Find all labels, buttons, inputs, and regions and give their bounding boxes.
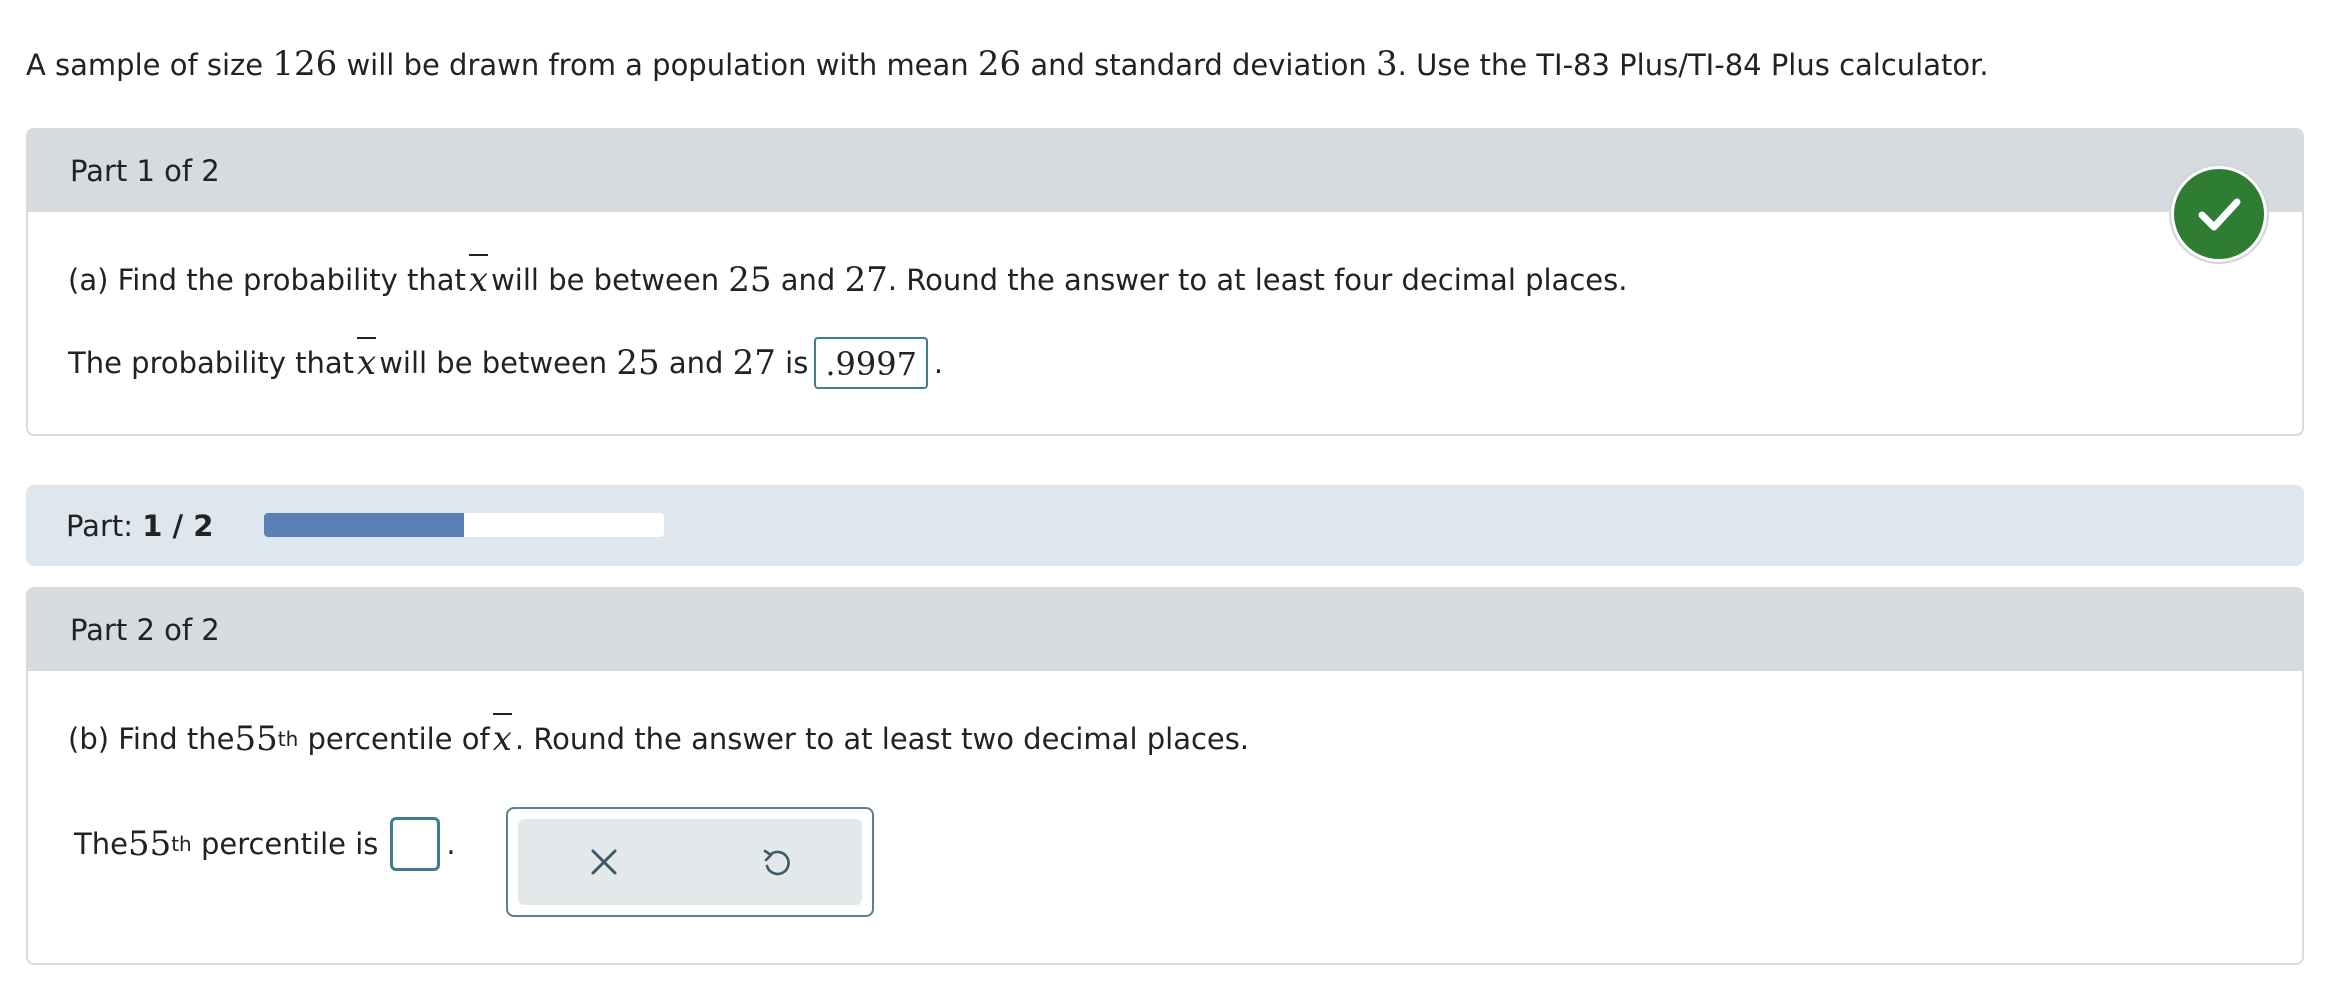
x-bar-symbol: x [490,713,515,759]
percentile-answer-input[interactable] [390,817,441,871]
question-text: . Round the answer to at least four deci… [887,263,1628,297]
question-text: and [780,263,836,297]
question-text: (a) Find the probability that [68,263,466,297]
part-1-title: Part 1 of 2 [70,154,220,188]
lower-bound: 25 [728,260,772,300]
percentile-value: 55 [234,719,278,759]
answer-text: is [785,346,809,380]
x-bar-symbol: x [354,337,379,383]
intro-text: . Use the TI-83 Plus/TI-84 Plus calculat… [1397,48,1989,82]
progress-label: Part: 1 / 2 [66,509,213,543]
progress-section: Part: 1 / 2 [26,485,2304,566]
part-2-header: Part 2 of 2 [28,589,2302,671]
problem-statement: A sample of size 126 will be drawn from … [26,44,1989,84]
part-2-title: Part 2 of 2 [70,613,220,647]
question-text: . Round the answer to at least two decim… [514,722,1250,756]
part-1-header: Part 1 of 2 [28,130,2302,212]
sample-size: 126 [272,44,338,84]
question-text: percentile of [307,722,490,756]
answer-period: . [446,827,456,861]
part-2-answer-line: The 55th percentile is . [74,807,456,881]
undo-button[interactable] [746,832,806,892]
x-icon [591,849,617,875]
answer-text: The probability that [68,346,354,380]
checkmark-icon [2198,198,2241,231]
progress-count: 1 / 2 [142,509,214,543]
x-bar-symbol: x [466,254,491,300]
part-1-answer-line: The probability that x will be between 2… [68,337,943,389]
upper-bound: 27 [732,343,776,383]
upper-bound: 27 [844,260,888,300]
clear-button[interactable] [574,832,634,892]
standard-deviation: 3 [1376,44,1398,84]
part-1-question: (a) Find the probability that x will be … [68,254,1628,300]
question-text: will be between [491,263,720,297]
toolbox-panel [518,819,862,905]
answer-text: percentile is [200,827,379,861]
part-2-question: (b) Find the 55th percentile of x. Round… [68,713,1250,759]
probability-answer-field[interactable]: .9997 [814,337,928,389]
lower-bound: 25 [616,343,660,383]
answer-toolbox [506,807,874,917]
answer-text: and [668,346,724,380]
answer-text: The [74,827,128,861]
intro-text: and standard deviation [1021,48,1377,82]
answer-period: . [933,346,944,380]
progress-fill [264,513,464,537]
answer-text: will be between [379,346,608,380]
percentile-value: 55 [127,824,172,864]
undo-icon [763,849,790,876]
question-text: (b) Find the [68,722,235,756]
intro-text: A sample of size [26,48,273,82]
population-mean: 26 [977,44,1022,84]
intro-text: will be drawn from a population with mea… [337,48,978,82]
part-1-card: Part 1 of 2 (a) Find the probability tha… [26,128,2304,436]
part-2-card: Part 2 of 2 (b) Find the 55th percentile… [26,587,2304,965]
correct-check-icon [2171,166,2267,262]
progress-label-text: Part: [66,509,143,543]
progress-track [264,513,664,537]
